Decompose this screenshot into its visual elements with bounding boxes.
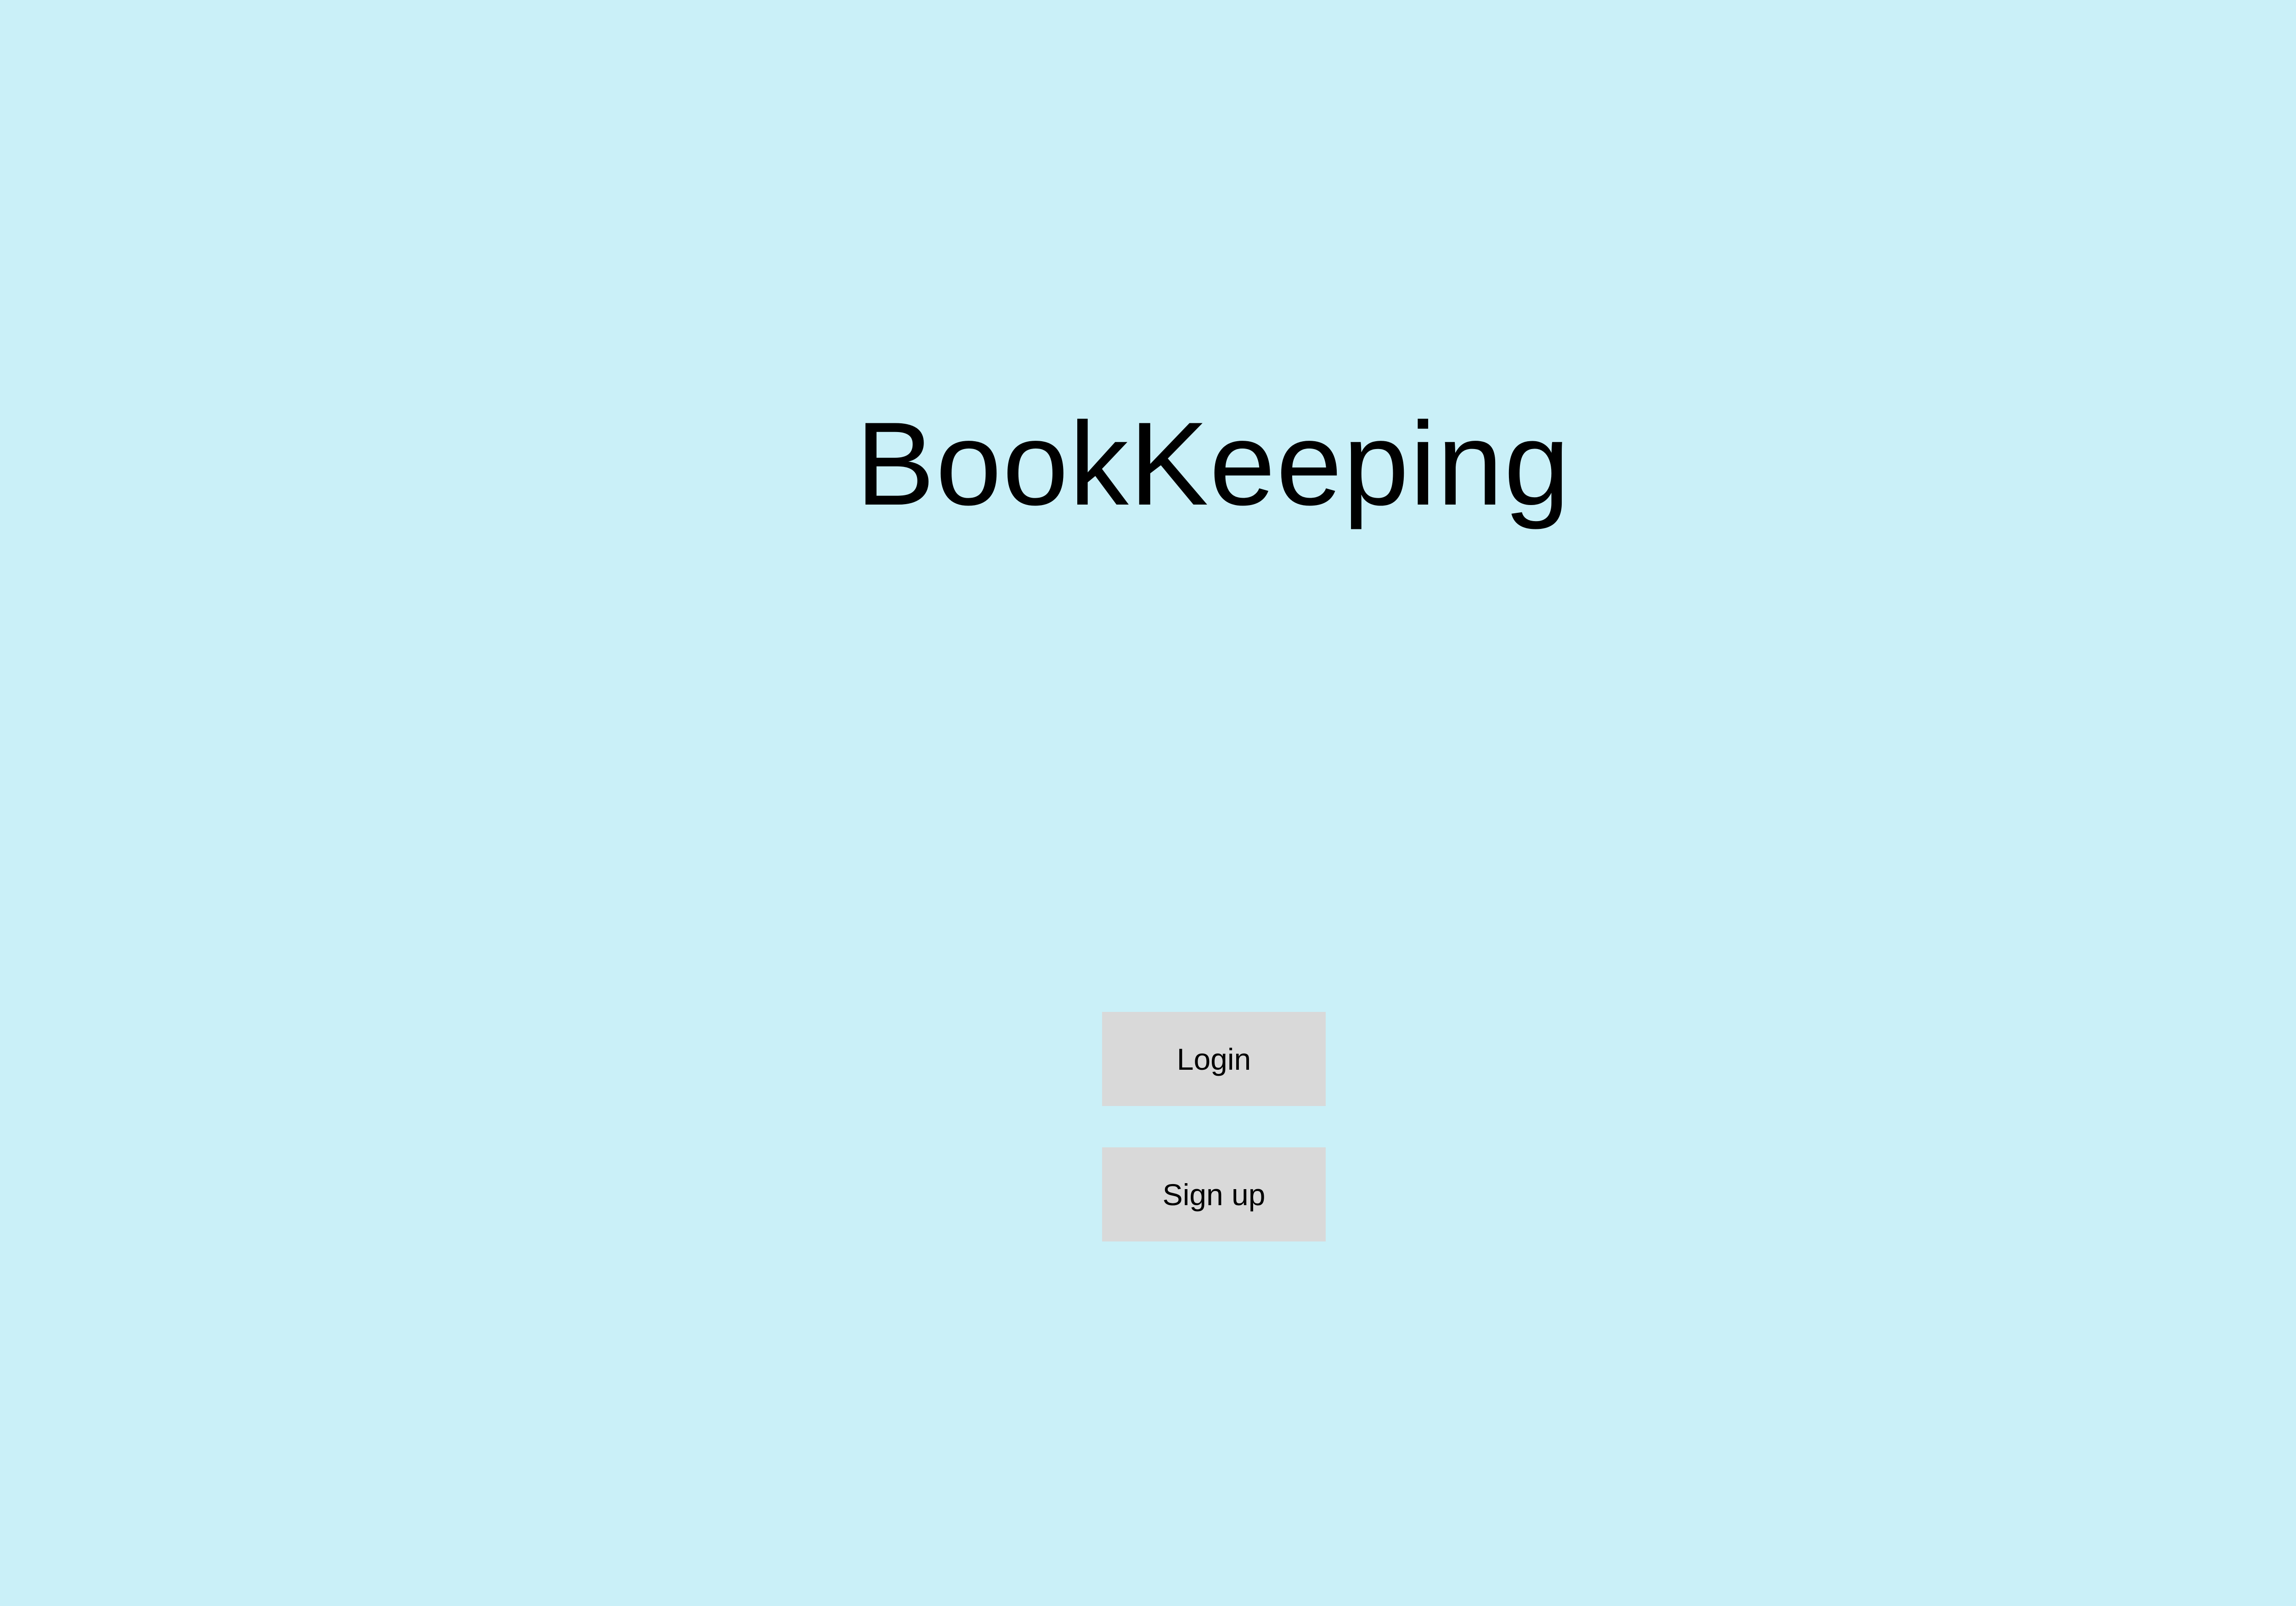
app-title: BookKeeping bbox=[855, 397, 1571, 530]
signup-button[interactable]: Sign up bbox=[1102, 1147, 1326, 1241]
login-button[interactable]: Login bbox=[1102, 1012, 1326, 1106]
